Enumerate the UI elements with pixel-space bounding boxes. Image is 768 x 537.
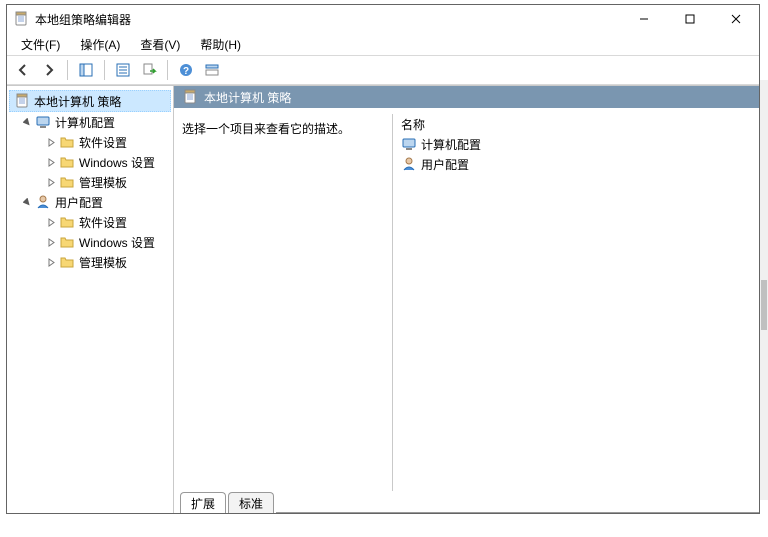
list-item-computer-config[interactable]: 计算机配置	[393, 134, 751, 154]
toolbar-separator	[167, 60, 168, 80]
toolbar: ?	[7, 55, 759, 85]
properties-button[interactable]	[111, 58, 135, 82]
tree-user[interactable]: 用户配置	[9, 192, 171, 212]
tab-standard[interactable]: 标准	[228, 492, 274, 513]
help-button[interactable]: ?	[174, 58, 198, 82]
tree-label: 软件设置	[79, 134, 127, 151]
menubar: 文件(F) 操作(A) 查看(V) 帮助(H)	[7, 33, 759, 55]
app-icon	[13, 11, 29, 27]
tree-computer-templates[interactable]: 管理模板	[9, 172, 171, 192]
menu-help[interactable]: 帮助(H)	[196, 34, 245, 55]
list-item-user-config[interactable]: 用户配置	[393, 154, 751, 174]
tree-label: Windows 设置	[79, 234, 155, 251]
right-pane: 本地计算机 策略 选择一个项目来查看它的描述。 名称 计算机配置	[174, 85, 759, 513]
filter-button[interactable]	[200, 58, 224, 82]
menu-action[interactable]: 操作(A)	[76, 34, 124, 55]
tree-computer-windows[interactable]: Windows 设置	[9, 152, 171, 172]
computer-icon	[35, 114, 51, 130]
tree-computer-software[interactable]: 软件设置	[9, 132, 171, 152]
tree-computer[interactable]: 计算机配置	[9, 112, 171, 132]
list-item-label: 用户配置	[421, 156, 469, 173]
gpedit-window: 本地组策略编辑器 文件(F) 操作(A) 查看(V) 帮助(H)	[6, 4, 760, 514]
tree-label: 用户配置	[55, 194, 103, 211]
page-scroll-gutter[interactable]	[760, 80, 768, 500]
user-icon	[35, 194, 51, 210]
right-heading-label: 本地计算机 策略	[204, 89, 291, 106]
toolbar-separator	[104, 60, 105, 80]
tree-label: 计算机配置	[55, 114, 115, 131]
expander-closed-icon[interactable]	[45, 256, 57, 268]
tree-user-software[interactable]: 软件设置	[9, 212, 171, 232]
expander-closed-icon[interactable]	[45, 216, 57, 228]
menu-view[interactable]: 查看(V)	[136, 34, 184, 55]
folder-icon	[59, 154, 75, 170]
expander-closed-icon[interactable]	[45, 136, 57, 148]
back-button[interactable]	[11, 58, 35, 82]
expander-closed-icon[interactable]	[45, 156, 57, 168]
tab-extended[interactable]: 扩展	[180, 492, 226, 513]
svg-text:?: ?	[183, 66, 189, 77]
folder-icon	[59, 214, 75, 230]
description-column: 选择一个项目来查看它的描述。	[182, 114, 392, 491]
tabstrip-line	[276, 494, 759, 513]
scroll-thumb[interactable]	[761, 280, 767, 330]
expander-closed-icon[interactable]	[45, 176, 57, 188]
tree-user-templates[interactable]: 管理模板	[9, 252, 171, 272]
user-icon	[401, 156, 417, 172]
tree-pane[interactable]: 本地计算机 策略 计算机配置 软件设置	[7, 85, 174, 513]
list-item-label: 计算机配置	[421, 136, 481, 153]
tree-label: 管理模板	[79, 254, 127, 271]
tree-label: 本地计算机 策略	[34, 93, 121, 110]
export-list-button[interactable]	[137, 58, 161, 82]
tree-root[interactable]: 本地计算机 策略	[9, 90, 171, 112]
forward-button[interactable]	[37, 58, 61, 82]
right-header: 本地计算机 策略	[174, 86, 759, 108]
window-buttons	[621, 5, 759, 33]
description-hint: 选择一个项目来查看它的描述。	[182, 122, 350, 136]
show-hide-tree-button[interactable]	[74, 58, 98, 82]
computer-icon	[401, 136, 417, 152]
expander-closed-icon[interactable]	[45, 236, 57, 248]
maximize-button[interactable]	[667, 5, 713, 33]
tab-label: 扩展	[191, 495, 215, 512]
tree-label: 软件设置	[79, 214, 127, 231]
folder-icon	[59, 174, 75, 190]
minimize-button[interactable]	[621, 5, 667, 33]
window-title: 本地组策略编辑器	[35, 11, 131, 28]
tree-user-windows[interactable]: Windows 设置	[9, 232, 171, 252]
policy-icon	[182, 89, 198, 105]
titlebar: 本地组策略编辑器	[7, 5, 759, 33]
expander-open-icon[interactable]	[21, 116, 33, 128]
right-body: 选择一个项目来查看它的描述。 名称 计算机配置	[174, 108, 759, 491]
list-column: 名称 计算机配置 用户配置	[392, 114, 751, 491]
expander-open-icon[interactable]	[21, 196, 33, 208]
column-header-label: 名称	[401, 116, 425, 133]
client-area: 本地计算机 策略 计算机配置 软件设置	[7, 85, 759, 513]
tree-label: Windows 设置	[79, 154, 155, 171]
close-button[interactable]	[713, 5, 759, 33]
folder-icon	[59, 254, 75, 270]
tree-label: 管理模板	[79, 174, 127, 191]
tab-label: 标准	[239, 495, 263, 512]
toolbar-separator	[67, 60, 68, 80]
policy-icon	[14, 93, 30, 109]
column-header-name[interactable]: 名称	[393, 114, 751, 134]
menu-file[interactable]: 文件(F)	[17, 34, 64, 55]
folder-icon	[59, 134, 75, 150]
folder-icon	[59, 234, 75, 250]
tabs-row: 扩展 标准	[174, 491, 759, 513]
